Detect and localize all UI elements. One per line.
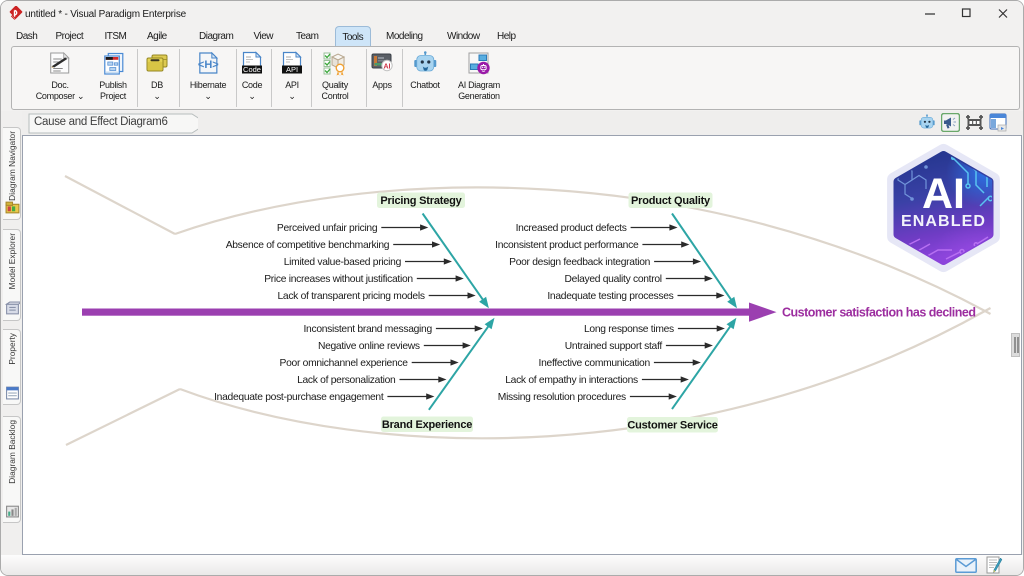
- svg-text:Ineffective communication: Ineffective communication: [539, 358, 651, 369]
- svg-text:Inadequate testing processes: Inadequate testing processes: [547, 291, 673, 302]
- svg-text:Limited value-based pricing: Limited value-based pricing: [284, 257, 402, 268]
- svg-text:AI: AI: [922, 170, 965, 218]
- svg-text:Product Quality: Product Quality: [631, 195, 711, 207]
- svg-text:Inadequate post-purchase engag: Inadequate post-purchase engagement: [214, 392, 384, 403]
- svg-text:Perceived unfair pricing: Perceived unfair pricing: [277, 223, 378, 234]
- svg-text:Inconsistent product performan: Inconsistent product performance: [495, 240, 639, 251]
- svg-text:Increased product defects: Increased product defects: [516, 223, 627, 234]
- svg-text:Long response times: Long response times: [584, 324, 674, 335]
- svg-text:Untrained support staff: Untrained support staff: [565, 341, 663, 352]
- svg-text:Inconsistent brand messaging: Inconsistent brand messaging: [303, 324, 432, 335]
- svg-text:Poor design feedback integrati: Poor design feedback integration: [509, 257, 651, 268]
- svg-text:Delayed quality control: Delayed quality control: [565, 274, 662, 285]
- svg-text:Missing resolution procedures: Missing resolution procedures: [498, 392, 626, 403]
- svg-text:Lack of personalization: Lack of personalization: [297, 375, 396, 386]
- svg-text:ENABLED: ENABLED: [901, 213, 986, 230]
- svg-text:Lack of transparent pricing mo: Lack of transparent pricing models: [277, 291, 424, 302]
- svg-text:Poor omnichannel experience: Poor omnichannel experience: [280, 358, 409, 369]
- svg-text:API: API: [286, 65, 298, 74]
- svg-text:<H>: <H>: [198, 59, 219, 71]
- svg-text:Pricing Strategy: Pricing Strategy: [380, 195, 462, 207]
- svg-text:Absence of competitive benchma: Absence of competitive benchmarking: [226, 240, 390, 251]
- svg-text:Customer satisfaction has decl: Customer satisfaction has declined: [782, 305, 975, 319]
- svg-text:Price increases without justif: Price increases without justification: [264, 274, 413, 285]
- svg-text:Brand Experience: Brand Experience: [382, 419, 472, 431]
- svg-text:Lack of empathy in interaction: Lack of empathy in interactions: [505, 375, 638, 386]
- svg-text:Code: Code: [243, 65, 261, 74]
- svg-text:AI: AI: [384, 63, 391, 70]
- svg-text:Customer Service: Customer Service: [627, 420, 717, 432]
- svg-text:Negative online reviews: Negative online reviews: [318, 341, 420, 352]
